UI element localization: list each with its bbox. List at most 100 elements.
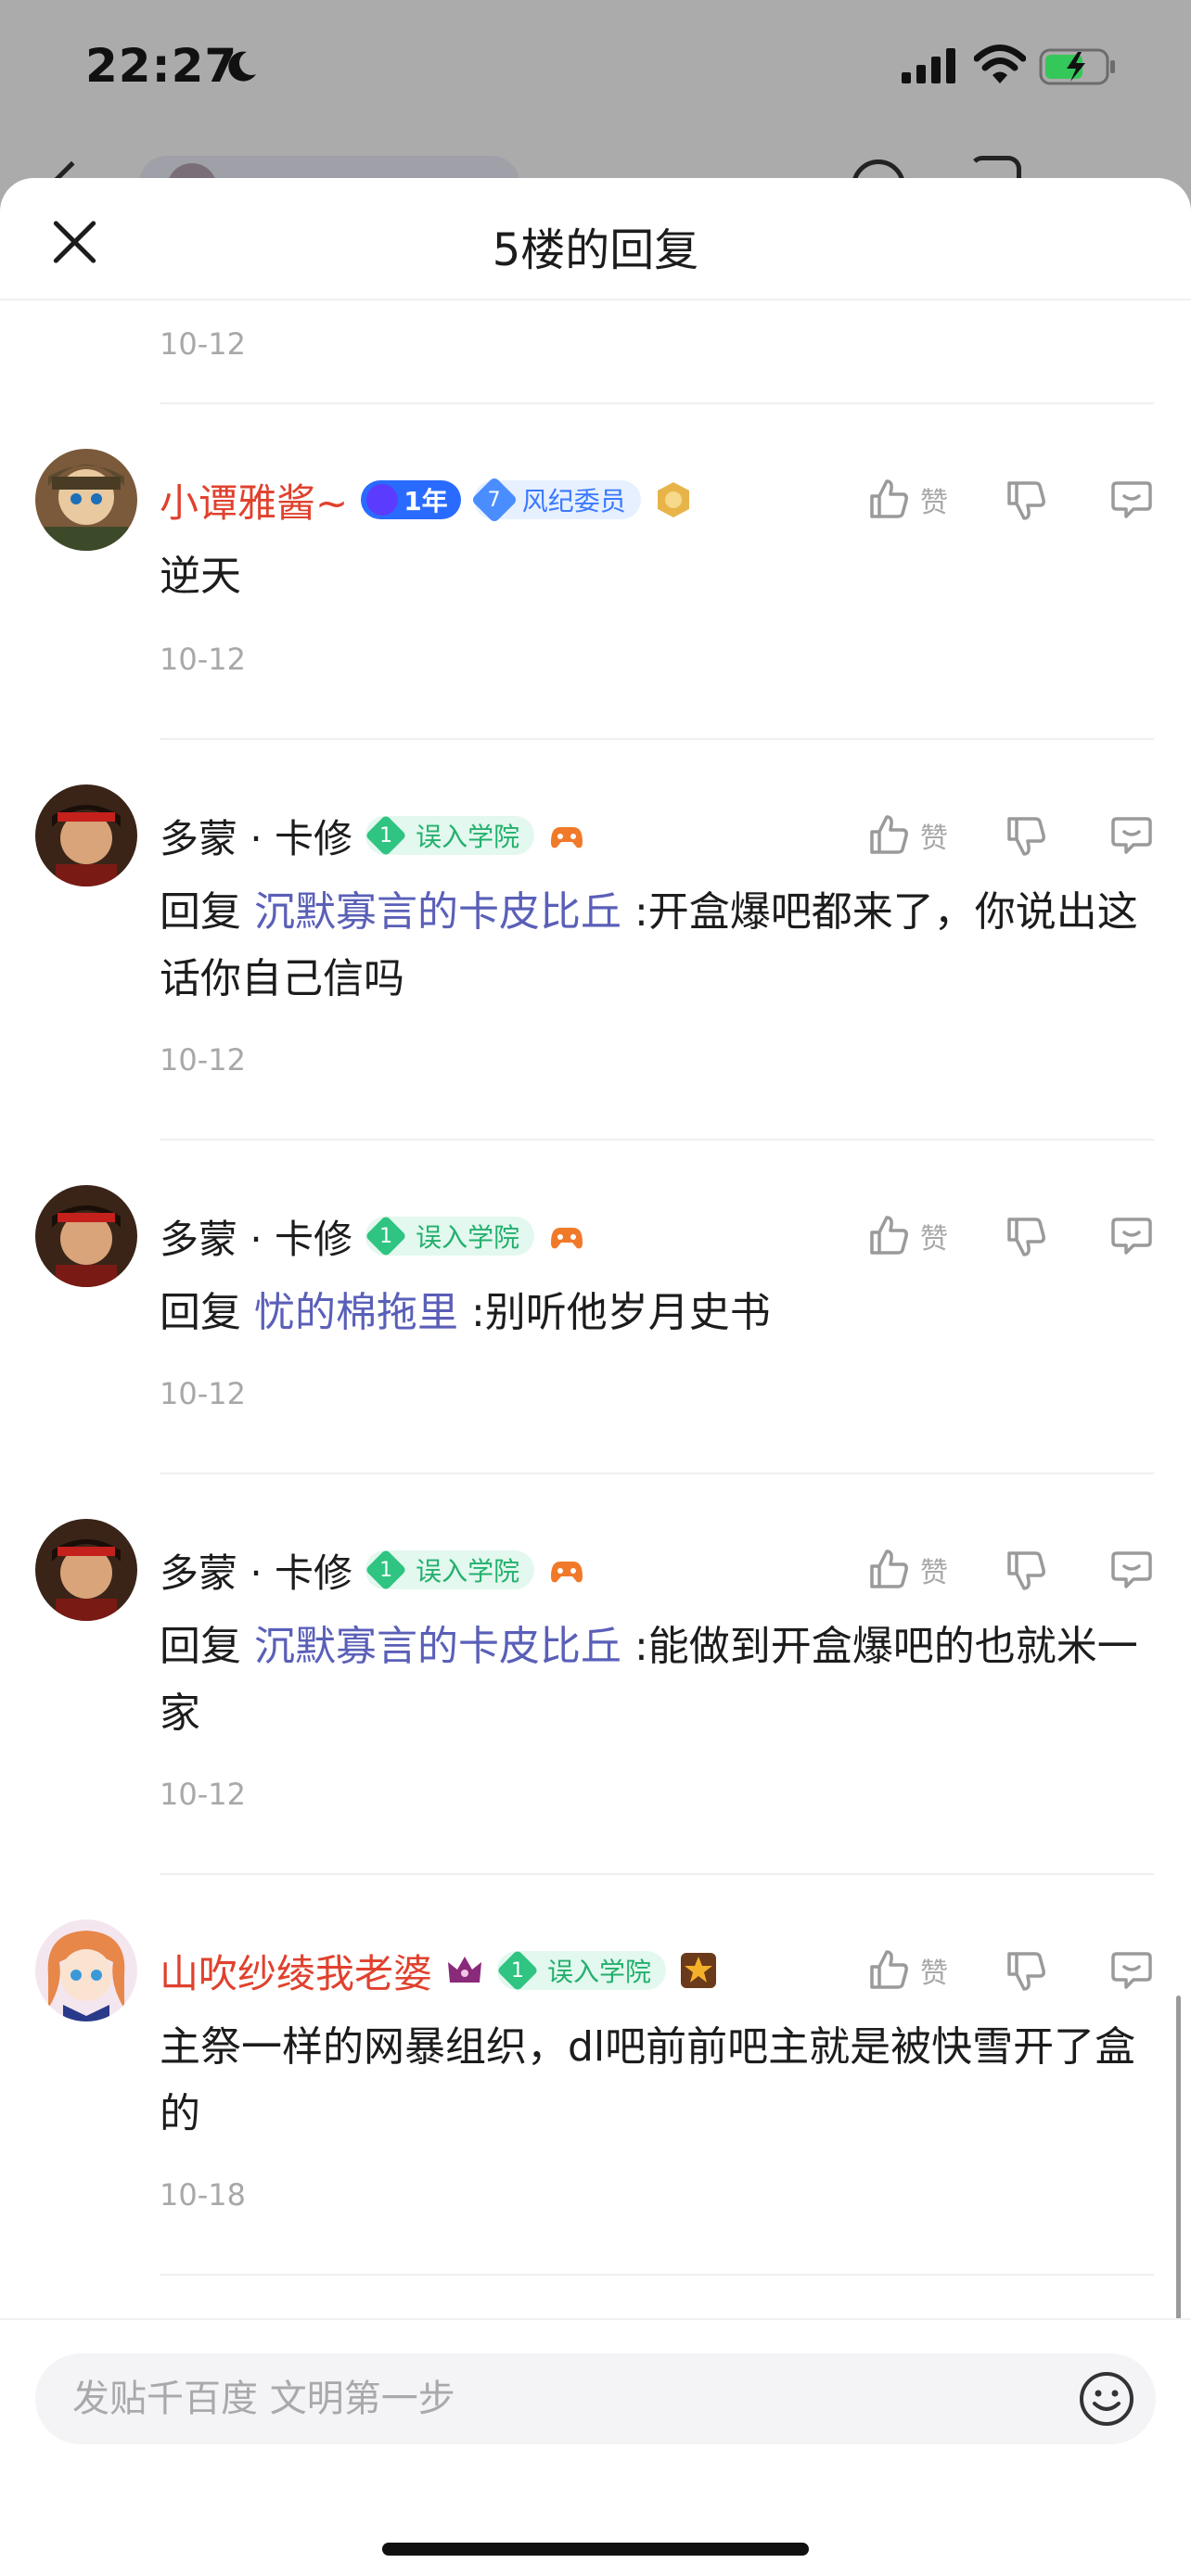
avatar[interactable] [35, 449, 137, 551]
like-icon [870, 479, 908, 518]
comment-date: 10-12 [160, 326, 246, 362]
level-icon: 7 [470, 476, 519, 524]
status-bar: 22:27 [0, 0, 1191, 139]
level-badge: 7 风纪委员 [470, 476, 641, 524]
sheet-title: 5楼的回复 [492, 224, 699, 276]
username[interactable]: 小谭雅酱~ [160, 472, 348, 529]
comment-meta: 山吹纱绫我老婆 1 误入学院 [160, 1938, 718, 2003]
comment-actions: 赞 [866, 1204, 1154, 1269]
list-item: 10-12 [0, 302, 1191, 404]
controller-icon [551, 1562, 583, 1583]
level-number: 1 [379, 1224, 393, 1248]
username[interactable]: 山吹纱绫我老婆 [160, 1943, 432, 1999]
comment-meta: 小谭雅酱~ 1年 7 风纪委员 [160, 467, 693, 532]
level-title: 误入学院 [547, 1957, 652, 1987]
level-icon: 1 [365, 1216, 406, 1256]
level-icon: 1 [497, 1950, 538, 1991]
reply-target-link[interactable]: 忧的棉拖里 [254, 1289, 458, 1336]
home-indicator [382, 2543, 809, 2556]
medal-icon [657, 482, 689, 517]
year-badge-label: 1年 [403, 486, 448, 516]
star-badge-icon [681, 1953, 717, 1988]
comment-text: 回复 沉默寡言的卡皮比丘 :能做到开盒爆吧的也就米一家 [160, 1613, 1154, 1747]
like-label: 赞 [920, 487, 948, 519]
level-number: 1 [511, 1958, 525, 1983]
list-item: 多蒙 · 卡修 1 误入学院 赞 回复 沉默寡言的卡皮比丘 :开盒爆吧都来了，你说… [0, 740, 1191, 1141]
like-button[interactable]: 赞 [866, 478, 948, 522]
like-label: 赞 [920, 1557, 948, 1589]
reply-input[interactable] [35, 2353, 963, 2444]
reply-input-container [35, 2353, 1156, 2444]
comment-text: 主祭一样的网暴组织，dl吧前前吧主就是被快雪开了盒的 [160, 2023, 1136, 2137]
dislike-icon[interactable] [1004, 1214, 1048, 1258]
level-number: 1 [379, 823, 393, 848]
level-icon: 1 [365, 1549, 406, 1590]
battery-icon [1039, 48, 1115, 85]
comment-text: 逆天 [160, 553, 241, 600]
like-button[interactable]: 赞 [866, 1948, 948, 1993]
reply-prefix: 回复 [160, 1289, 254, 1336]
reply-icon[interactable] [1109, 478, 1154, 522]
like-button[interactable]: 赞 [866, 1548, 948, 1592]
dislike-icon[interactable] [1004, 1948, 1048, 1993]
list-item: 多蒙 · 卡修 1 误入学院 赞 回复 忧的棉拖里 :别听他岁月史书 10-12 [0, 1141, 1191, 1474]
comment-date: 10-12 [160, 642, 246, 677]
dislike-icon[interactable] [1004, 478, 1048, 522]
level-title: 误入学院 [416, 1556, 520, 1587]
reply-icon[interactable] [1109, 1948, 1154, 1993]
like-button[interactable]: 赞 [866, 813, 948, 858]
reply-sheet: 5楼的回复 10-12 小谭雅酱~ 1年 7 风纪委员 赞 逆天 10-12 多… [0, 178, 1191, 2576]
dislike-icon[interactable] [1004, 1548, 1048, 1592]
reply-icon[interactable] [1109, 1548, 1154, 1592]
list-item: 山吹纱绫我老婆 1 误入学院 赞 主祭一样的网暴组织，dl吧前前吧主就是被快雪开了… [0, 1875, 1191, 2276]
reply-icon[interactable] [1109, 1214, 1154, 1258]
comment-text: 回复 忧的棉拖里 :别听他岁月史书 [160, 1280, 1154, 1346]
moon-icon [228, 51, 256, 82]
username[interactable]: 多蒙 · 卡修 [160, 1208, 352, 1265]
level-badge: 1 误入学院 [365, 1216, 535, 1256]
comment-actions: 赞 [866, 467, 1154, 532]
emoji-icon[interactable] [1078, 2370, 1135, 2428]
level-title: 误入学院 [416, 822, 520, 852]
username[interactable]: 多蒙 · 卡修 [160, 1542, 352, 1599]
dislike-icon[interactable] [1004, 813, 1048, 858]
level-title: 风纪委员 [521, 486, 626, 516]
comment-text: 回复 沉默寡言的卡皮比丘 :开盒爆吧都来了，你说出这话你自己信吗 [160, 879, 1154, 1013]
like-button[interactable]: 赞 [866, 1214, 948, 1258]
reply-target-link[interactable]: 沉默寡言的卡皮比丘 [254, 888, 621, 936]
reply-content: :别听他岁月史书 [458, 1289, 771, 1336]
reply-input-bar [0, 2318, 1191, 2576]
like-label: 赞 [920, 1958, 948, 1990]
status-time: 22:27 [85, 39, 238, 93]
like-label: 赞 [920, 823, 948, 855]
avatar[interactable] [35, 1919, 137, 2021]
comment-actions: 赞 [866, 1537, 1154, 1602]
avatar[interactable] [35, 784, 137, 886]
crown-icon [448, 1957, 482, 1983]
level-number: 7 [487, 488, 501, 512]
like-icon [870, 1549, 908, 1588]
gem-icon [366, 484, 399, 516]
reply-icon[interactable] [1109, 813, 1154, 858]
list-item: 小谭雅酱~ 1年 7 风纪委员 赞 逆天 10-12 [0, 404, 1191, 740]
list-item: 多蒙 · 卡修 1 误入学院 赞 回复 沉默寡言的卡皮比丘 :能做到开盒爆吧的也就… [0, 1474, 1191, 1875]
level-title: 误入学院 [416, 1222, 520, 1253]
year-badge: 1年 [361, 480, 461, 519]
like-icon [870, 815, 908, 854]
comment-date: 10-12 [160, 1042, 246, 1078]
username[interactable]: 多蒙 · 卡修 [160, 808, 352, 864]
signal-icon [902, 48, 955, 83]
like-icon [870, 1216, 908, 1255]
avatar[interactable] [35, 1185, 137, 1287]
reply-target-link[interactable]: 沉默寡言的卡皮比丘 [254, 1623, 621, 1670]
level-badge: 1 误入学院 [365, 1549, 535, 1590]
comment-date: 10-18 [160, 2177, 246, 2213]
avatar[interactable] [35, 1519, 137, 1621]
comment-meta: 多蒙 · 卡修 1 误入学院 [160, 1204, 586, 1269]
sheet-header: 5楼的回复 [0, 178, 1191, 300]
reply-prefix: 回复 [160, 888, 254, 936]
comment-actions: 赞 [866, 1938, 1154, 2003]
comment-meta: 多蒙 · 卡修 1 误入学院 [160, 803, 586, 868]
comment-list: 10-12 小谭雅酱~ 1年 7 风纪委员 赞 逆天 10-12 多蒙 · 卡修… [0, 302, 1191, 2276]
comment-actions: 赞 [866, 803, 1154, 868]
